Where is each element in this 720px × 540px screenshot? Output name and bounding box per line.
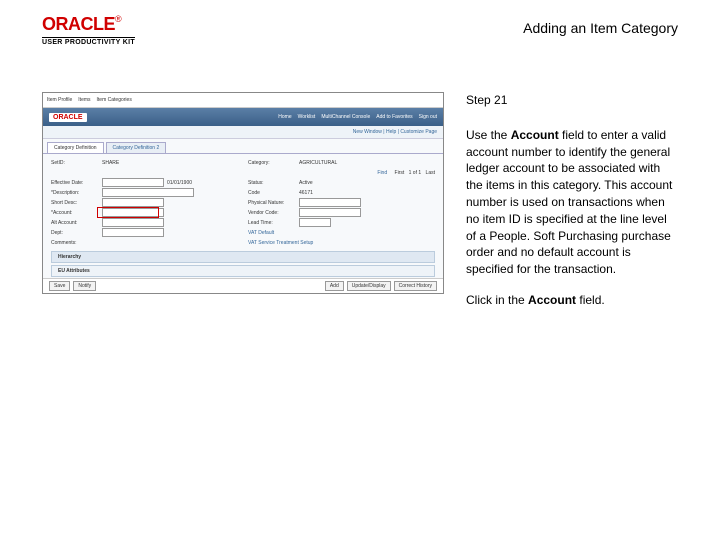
ss-app-header: ORACLE Home Worklist MultiChannel Consol…	[43, 108, 443, 126]
label-altacct: Alt Account:	[51, 220, 99, 226]
update-display-button[interactable]: Update/Display	[347, 281, 391, 291]
pager-find[interactable]: Find	[377, 170, 387, 176]
section-eu-attributes[interactable]: EU Attributes	[51, 265, 435, 277]
label-description: *Description:	[51, 190, 99, 196]
input-dept[interactable]	[102, 228, 164, 237]
instruction-paragraph-2: Click in the Account field.	[466, 292, 678, 309]
text-fragment: field.	[576, 293, 605, 307]
link-vat-service[interactable]: VAT Service Treatment Setup	[248, 240, 313, 246]
ss-nav-item: Items	[78, 97, 90, 103]
label-shortdesc: Short Desc:	[51, 200, 99, 206]
ss-page-actions: New Window | Help | Customize Page	[43, 126, 443, 139]
ss-page-action-links[interactable]: New Window | Help | Customize Page	[353, 129, 437, 135]
ss-window-nav: Item Profile Items Item Categories	[43, 93, 443, 108]
text-fragment: Click in the	[466, 293, 528, 307]
ss-header-links: Home Worklist MultiChannel Console Add t…	[278, 114, 437, 120]
input-shortdesc[interactable]	[102, 198, 164, 207]
value-code: 46171	[299, 190, 313, 196]
ss-link-signout[interactable]: Sign out	[419, 114, 437, 120]
text-fragment: Use the	[466, 128, 511, 142]
value-setid: SHARE	[102, 160, 119, 166]
label-setid: SetID:	[51, 160, 99, 166]
text-bold-account: Account	[528, 293, 576, 307]
input-altacct[interactable]	[102, 218, 164, 227]
value-status: Active	[299, 180, 313, 186]
oracle-logo-text: ORACLE	[42, 14, 115, 34]
app-screenshot: Item Profile Items Item Categories ORACL…	[42, 92, 444, 294]
add-button[interactable]: Add	[325, 281, 344, 291]
oracle-logo: ORACLE®	[42, 14, 135, 35]
correct-history-button[interactable]: Correct History	[394, 281, 437, 291]
input-effdate[interactable]	[102, 178, 164, 187]
value-effdate: 01/01/1900	[167, 180, 192, 186]
page-title: Adding an Item Category	[523, 20, 678, 36]
link-vat-default[interactable]: VAT Default	[248, 230, 274, 236]
tab-category-definition[interactable]: Category Definition	[47, 142, 104, 153]
save-button[interactable]: Save	[49, 281, 70, 291]
input-physnature[interactable]	[299, 198, 361, 207]
ss-link-home[interactable]: Home	[278, 114, 291, 120]
highlight-account-field	[97, 207, 159, 218]
ss-link-addfav[interactable]: Add to Favorites	[376, 114, 412, 120]
notify-button[interactable]: Notify	[73, 281, 96, 291]
ss-link-multichannel[interactable]: MultiChannel Console	[321, 114, 370, 120]
ss-oracle-logo: ORACLE	[49, 113, 87, 122]
pager-last[interactable]: Last	[426, 170, 435, 176]
ss-link-worklist[interactable]: Worklist	[298, 114, 316, 120]
brand-block: ORACLE® USER PRODUCTIVITY KIT	[42, 14, 135, 46]
upk-label: USER PRODUCTIVITY KIT	[42, 37, 135, 46]
instruction-paragraph-1: Use the Account field to enter a valid a…	[466, 127, 678, 278]
input-leadtime[interactable]	[299, 218, 331, 227]
label-category: Category:	[248, 160, 296, 166]
step-label: Step 21	[466, 92, 678, 109]
label-effdate: Effective Date:	[51, 180, 99, 186]
label-leadtime: Lead Time:	[248, 220, 296, 226]
label-account: *Account:	[51, 210, 99, 216]
tab-category-definition-2[interactable]: Category Definition 2	[106, 142, 167, 153]
label-code: Code	[248, 190, 296, 196]
ss-footer-bar: Save Notify Add Update/Display Correct H…	[43, 278, 443, 293]
instruction-panel: Step 21 Use the Account field to enter a…	[466, 92, 678, 323]
ss-nav-item: Item Profile	[47, 97, 72, 103]
input-vendorcode[interactable]	[299, 208, 361, 217]
label-vendorcode: Vendor Code:	[248, 210, 296, 216]
text-bold-account: Account	[511, 128, 559, 142]
value-category: AGRICULTURAL	[299, 160, 337, 166]
label-dept: Dept:	[51, 230, 99, 236]
label-status: Status:	[248, 180, 296, 186]
pager-first[interactable]: First	[395, 170, 405, 176]
label-physnature: Physical Nature:	[248, 200, 296, 206]
page-header: ORACLE® USER PRODUCTIVITY KIT Adding an …	[0, 0, 720, 52]
ss-nav-item: Item Categories	[97, 97, 132, 103]
section-hierarchy[interactable]: Hierarchy	[51, 251, 435, 263]
ss-tabstrip: Category Definition Category Definition …	[43, 139, 443, 154]
registered-icon: ®	[115, 14, 122, 24]
label-comments: Comments:	[51, 240, 99, 246]
input-description[interactable]	[102, 188, 194, 197]
text-fragment: field to enter a valid account number to…	[466, 128, 672, 276]
ss-form-grid: SetID:SHARE Category:AGRICULTURAL Find F…	[43, 154, 443, 249]
